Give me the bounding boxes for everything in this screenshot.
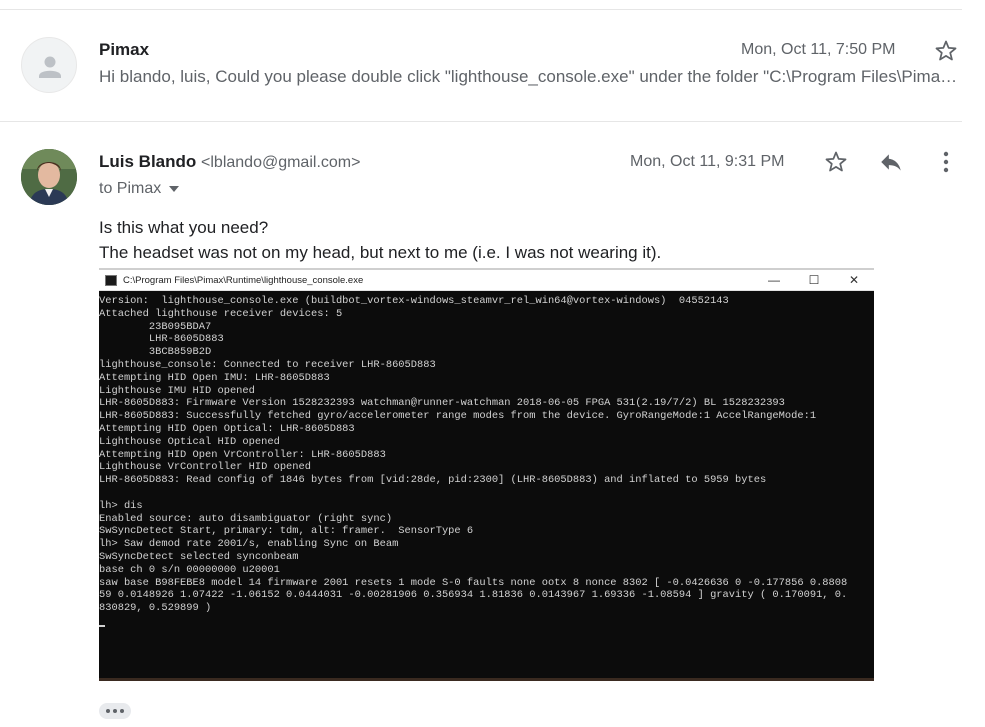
- console-line: lh> dis: [99, 499, 143, 512]
- console-bottom-edge: [99, 678, 874, 681]
- console-line: 23B095BDA7: [99, 320, 212, 333]
- chevron-down-icon[interactable]: [169, 186, 180, 192]
- more-vert-icon[interactable]: [934, 148, 958, 176]
- console-line: LHR-8605D883: [99, 333, 224, 346]
- star-icon[interactable]: [822, 148, 850, 176]
- console-line: Enabled source: auto disambiguator (righ…: [99, 512, 393, 525]
- recipients-line[interactable]: to Pimax: [99, 180, 180, 198]
- sender-name: Luis Blando: [99, 152, 197, 171]
- console-output: Version: lighthouse_console.exe (buildbo…: [99, 291, 874, 681]
- console-line: SwSyncDetect selected synconbeam: [99, 550, 299, 563]
- console-line: 3BCB859B2D: [99, 346, 212, 359]
- ellipsis-icon: [120, 709, 124, 713]
- console-line: Lighthouse VrController HID opened: [99, 461, 312, 474]
- console-cursor: [99, 624, 105, 627]
- sender-line: Luis Blando <lblando@gmail.com>: [99, 152, 360, 172]
- console-line: Attempting HID Open IMU: LHR-8605D883: [99, 371, 330, 384]
- ellipsis-icon: [106, 709, 110, 713]
- console-line: base ch 0 s/n 00000000 u20001: [99, 563, 280, 576]
- message-date: Mon, Oct 11, 7:50 PM: [741, 41, 896, 58]
- console-line: LHR-8605D883: Read config of 1846 bytes …: [99, 474, 767, 487]
- star-icon[interactable]: [932, 37, 960, 65]
- avatar[interactable]: [21, 149, 77, 205]
- minimize-icon: —: [768, 273, 780, 287]
- person-icon: [39, 56, 61, 78]
- sender-name: Pimax: [99, 40, 150, 59]
- console-line: Lighthouse IMU HID opened: [99, 384, 255, 397]
- reply-icon[interactable]: [877, 148, 905, 176]
- window-controls: — ☐ ✕: [754, 270, 874, 290]
- console-app-icon: [105, 274, 117, 286]
- body-line-2: The headset was not on my head, but next…: [99, 243, 662, 262]
- console-line: 59 0.0148926 1.07422 -1.06152 0.0444031 …: [99, 589, 848, 602]
- maximize-icon: ☐: [808, 273, 820, 287]
- console-line: Attached lighthouse receiver devices: 5: [99, 307, 343, 320]
- console-screenshot: C:\Program Files\Pimax\Runtime\lighthous…: [99, 268, 874, 681]
- console-line: LHR-8605D883: Firmware Version 152823239…: [99, 397, 785, 410]
- body-line-1: Is this what you need?: [99, 218, 269, 237]
- console-line: saw base B98FEBE8 model 14 firmware 2001…: [99, 576, 848, 589]
- console-title: C:\Program Files\Pimax\Runtime\lighthous…: [123, 274, 364, 286]
- top-divider: [0, 9, 962, 10]
- console-line: Version: lighthouse_console.exe (buildbo…: [99, 295, 729, 307]
- ellipsis-icon: [113, 709, 117, 713]
- profile-photo: [21, 149, 77, 205]
- close-icon: ✕: [848, 273, 860, 287]
- console-line: Lighthouse Optical HID opened: [99, 435, 280, 448]
- console-titlebar: C:\Program Files\Pimax\Runtime\lighthous…: [99, 270, 874, 291]
- console-line: LHR-8605D883: Successfully fetched gyro/…: [99, 410, 817, 423]
- console-line: 830829, 0.529899 ): [99, 602, 212, 615]
- console-line: Attempting HID Open VrController: LHR-86…: [99, 448, 386, 461]
- message-snippet: Hi blando, luis, Could you please double…: [99, 67, 961, 86]
- message-date: Mon, Oct 11, 9:31 PM: [630, 153, 785, 170]
- show-trimmed-content-button[interactable]: [99, 703, 131, 719]
- console-line: lighthouse_console: Connected to receive…: [99, 358, 436, 371]
- console-line: SwSyncDetect Start, primary: tdm, alt: f…: [99, 525, 474, 538]
- console-line: Attempting HID Open Optical: LHR-8605D88…: [99, 422, 355, 435]
- console-line: lh> Saw demod rate 2001/s, enabling Sync…: [99, 538, 399, 551]
- message-divider: [0, 121, 962, 122]
- recipients: to Pimax: [99, 180, 162, 197]
- avatar-default: [21, 37, 77, 93]
- sender-email: <lblando@gmail.com>: [201, 154, 361, 171]
